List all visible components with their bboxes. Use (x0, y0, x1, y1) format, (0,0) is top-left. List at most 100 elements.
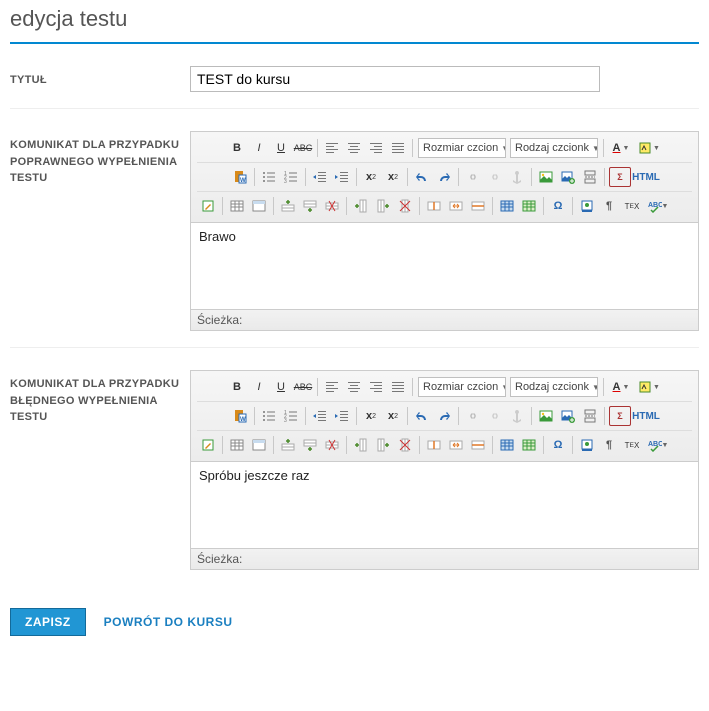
cells-split-h-icon[interactable] (424, 196, 444, 216)
align-left-icon[interactable] (322, 377, 342, 397)
bold-icon[interactable]: B (227, 138, 247, 158)
align-left-icon[interactable] (322, 138, 342, 158)
font-size-select[interactable]: Rozmiar czcion▼ (418, 138, 506, 158)
col-after-icon[interactable] (373, 196, 393, 216)
spellcheck-icon[interactable]: ABC▼ (645, 435, 671, 455)
table3-icon[interactable] (519, 196, 539, 216)
row-after-icon[interactable] (300, 435, 320, 455)
font-family-select[interactable]: Rodzaj czcionk▼ (510, 138, 598, 158)
undo-icon[interactable] (412, 167, 432, 187)
italic-icon[interactable]: I (249, 377, 269, 397)
tex-icon[interactable]: Σ (609, 167, 631, 187)
row-after-icon[interactable] (300, 196, 320, 216)
bg-color-icon[interactable]: ▼ (636, 377, 662, 397)
title-input[interactable] (190, 66, 600, 92)
image-icon[interactable] (536, 167, 556, 187)
unlink-icon[interactable] (485, 406, 505, 426)
table2-icon[interactable] (497, 196, 517, 216)
rte-ok-body[interactable]: Brawo (191, 223, 698, 309)
cells-split-v-icon[interactable] (468, 435, 488, 455)
outdent-icon[interactable] (310, 167, 330, 187)
image-add-icon[interactable] (558, 167, 578, 187)
col-before-icon[interactable] (351, 435, 371, 455)
row-delete-icon[interactable] (322, 435, 342, 455)
strike-icon[interactable]: ABC (293, 138, 313, 158)
edit-template-icon[interactable] (198, 435, 218, 455)
superscript-icon[interactable]: x2 (383, 167, 403, 187)
edit-template-icon[interactable] (198, 196, 218, 216)
paste-word-icon[interactable]: W (230, 406, 250, 426)
tex2-icon[interactable]: TEX (621, 435, 643, 455)
table-icon[interactable] (227, 196, 247, 216)
underline-icon[interactable]: U (271, 377, 291, 397)
pagebreak-icon[interactable] (580, 167, 600, 187)
row-before-icon[interactable] (278, 196, 298, 216)
pilcrow-icon[interactable]: ¶ (599, 435, 619, 455)
list-ul-icon[interactable] (259, 406, 279, 426)
save-button[interactable]: ZAPISZ (10, 608, 86, 636)
image-icon[interactable] (536, 406, 556, 426)
tex2-icon[interactable]: TEX (621, 196, 643, 216)
link-icon[interactable] (463, 167, 483, 187)
pagebreak-icon[interactable] (580, 406, 600, 426)
superscript-icon[interactable]: x2 (383, 406, 403, 426)
bold-icon[interactable]: B (227, 377, 247, 397)
omega-icon[interactable]: Ω (548, 196, 568, 216)
redo-icon[interactable] (434, 167, 454, 187)
anchor-icon[interactable] (507, 167, 527, 187)
html-icon[interactable]: HTML (633, 406, 659, 426)
align-right-icon[interactable] (366, 377, 386, 397)
preview-icon[interactable] (577, 435, 597, 455)
subscript-icon[interactable]: x2 (361, 167, 381, 187)
back-link[interactable]: POWRÓT DO KURSU (104, 615, 233, 629)
underline-icon[interactable]: U (271, 138, 291, 158)
undo-icon[interactable] (412, 406, 432, 426)
indent-icon[interactable] (332, 167, 352, 187)
italic-icon[interactable]: I (249, 138, 269, 158)
tex-icon[interactable]: Σ (609, 406, 631, 426)
table2-icon[interactable] (497, 435, 517, 455)
anchor-icon[interactable] (507, 406, 527, 426)
html-icon[interactable]: HTML (633, 167, 659, 187)
rte-bad-body[interactable]: Spróbu jeszcze raz (191, 462, 698, 548)
preview-icon[interactable] (577, 196, 597, 216)
table-props-icon[interactable] (249, 196, 269, 216)
text-color-icon[interactable]: A▼ (608, 138, 634, 158)
indent-icon[interactable] (332, 406, 352, 426)
col-before-icon[interactable] (351, 196, 371, 216)
cells-split-v-icon[interactable] (468, 196, 488, 216)
omega-icon[interactable]: Ω (548, 435, 568, 455)
row-before-icon[interactable] (278, 435, 298, 455)
bg-color-icon[interactable]: ▼ (636, 138, 662, 158)
col-delete-icon[interactable] (395, 435, 415, 455)
image-add-icon[interactable] (558, 406, 578, 426)
strike-icon[interactable]: ABC (293, 377, 313, 397)
spellcheck-icon[interactable]: ABC▼ (645, 196, 671, 216)
text-color-icon[interactable]: A▼ (608, 377, 634, 397)
col-after-icon[interactable] (373, 435, 393, 455)
pilcrow-icon[interactable]: ¶ (599, 196, 619, 216)
align-center-icon[interactable] (344, 138, 364, 158)
paste-word-icon[interactable]: W (230, 167, 250, 187)
col-delete-icon[interactable] (395, 196, 415, 216)
cells-split-h-icon[interactable] (424, 435, 444, 455)
redo-icon[interactable] (434, 406, 454, 426)
row-delete-icon[interactable] (322, 196, 342, 216)
cells-merge-icon[interactable] (446, 196, 466, 216)
align-justify-icon[interactable] (388, 377, 408, 397)
list-ul-icon[interactable] (259, 167, 279, 187)
table-icon[interactable] (227, 435, 247, 455)
list-ol-icon[interactable]: 123 (281, 406, 301, 426)
table-props-icon[interactable] (249, 435, 269, 455)
align-justify-icon[interactable] (388, 138, 408, 158)
font-size-select[interactable]: Rozmiar czcion▼ (418, 377, 506, 397)
table3-icon[interactable] (519, 435, 539, 455)
font-family-select[interactable]: Rodzaj czcionk▼ (510, 377, 598, 397)
align-center-icon[interactable] (344, 377, 364, 397)
link-icon[interactable] (463, 406, 483, 426)
cells-merge-icon[interactable] (446, 435, 466, 455)
outdent-icon[interactable] (310, 406, 330, 426)
subscript-icon[interactable]: x2 (361, 406, 381, 426)
align-right-icon[interactable] (366, 138, 386, 158)
unlink-icon[interactable] (485, 167, 505, 187)
